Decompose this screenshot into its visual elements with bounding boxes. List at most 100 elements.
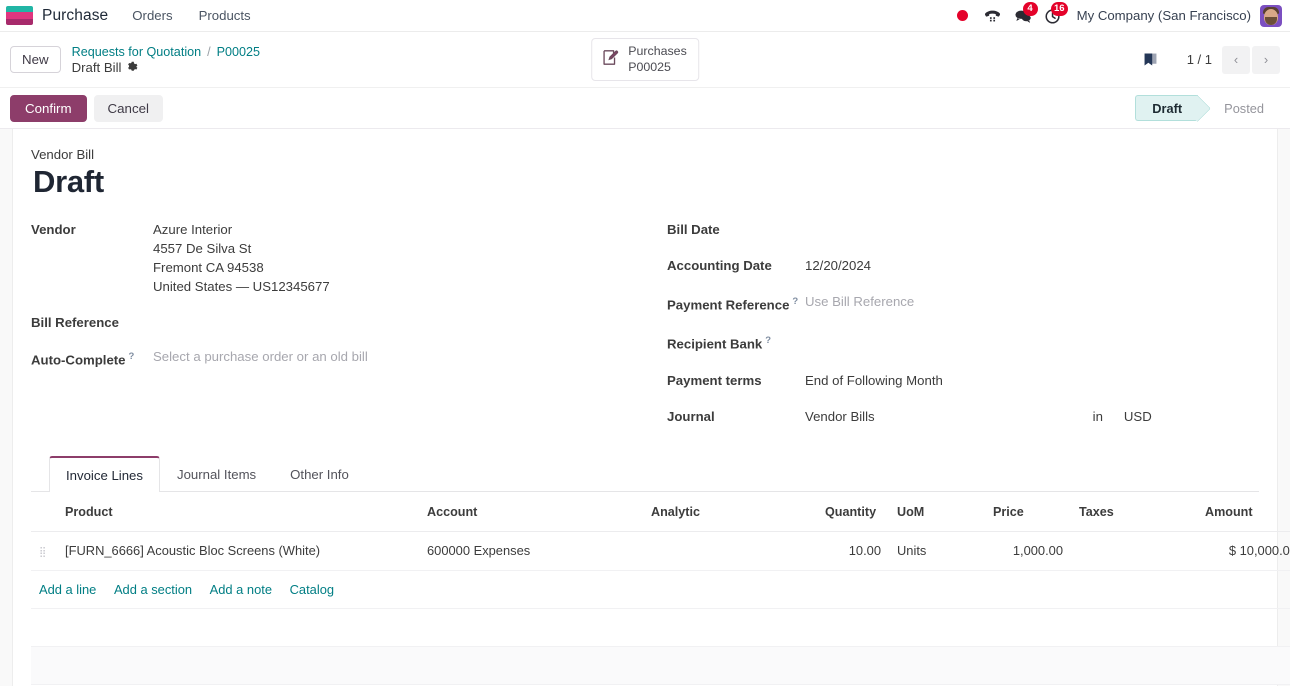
field-journal-label: Journal (667, 408, 715, 424)
pager-group: 1 / 1 ‹ › (1137, 45, 1280, 74)
cell-taxes[interactable] (1071, 531, 1197, 571)
field-vendor: Vendor Azure Interior 4557 De Silva St F… (31, 220, 667, 296)
activities-clock-icon[interactable]: 16 (1038, 1, 1068, 31)
field-recipient-bank-label: Recipient Bank? (667, 335, 772, 352)
breadcrumb-current-link[interactable]: P00025 (217, 45, 260, 59)
company-switcher[interactable]: My Company (San Francisco) (1077, 8, 1251, 23)
pager-next-button[interactable]: › (1252, 45, 1280, 74)
field-payment-terms: Payment terms End of Following Month (667, 371, 1259, 390)
field-currency-value[interactable]: USD (1124, 409, 1152, 424)
messages-icon[interactable]: 4 (1008, 1, 1038, 31)
ribbon-label: Purchases (628, 44, 687, 58)
field-bill-date: Bill Date (667, 220, 1259, 239)
column-header-product[interactable]: Product (57, 491, 419, 532)
navbar-right-group: 4 16 My Company (San Francisco) (948, 1, 1282, 31)
pager-previous-button[interactable]: ‹ (1222, 45, 1250, 74)
form-columns: Vendor Azure Interior 4557 De Silva St F… (31, 220, 1259, 443)
field-accounting-date-value[interactable]: 12/20/2024 (805, 256, 871, 275)
table-header-row: Product Account Analytic Quantity UoM Pr… (31, 491, 1290, 532)
cell-product[interactable]: [FURN_6666] Acoustic Bloc Screens (White… (57, 531, 419, 571)
bookmark-icon[interactable] (1137, 46, 1165, 74)
column-header-uom[interactable]: UoM (889, 491, 985, 532)
new-button[interactable]: New (10, 45, 61, 74)
column-header-taxes[interactable]: Taxes (1071, 491, 1197, 532)
tab-other-info[interactable]: Other Info (273, 456, 366, 492)
add-a-note-button[interactable]: Add a note (210, 582, 272, 597)
vendor-street: 4557 De Silva St (153, 241, 252, 256)
field-payment-reference-input[interactable]: Use Bill Reference (805, 292, 914, 311)
status-bar: Confirm Cancel Draft Posted (0, 88, 1290, 129)
cell-account[interactable]: 600000 Expenses (419, 531, 643, 571)
field-bill-reference: Bill Reference (31, 313, 667, 332)
catalog-button[interactable]: Catalog (290, 582, 334, 597)
record-sheet: Vendor Bill Draft Vendor Azure Interior … (12, 129, 1290, 686)
avatar[interactable] (1260, 4, 1282, 27)
field-vendor-label: Vendor (31, 222, 76, 237)
breadcrumb-parent-link[interactable]: Requests for Quotation (72, 45, 202, 59)
invoice-lines-body: ⣿ [FURN_6666] Acoustic Bloc Screens (Whi… (31, 531, 1290, 685)
breadcrumb: Requests for Quotation / P00025 Draft Bi… (72, 45, 260, 75)
column-header-account[interactable]: Account (419, 491, 643, 532)
table-empty-row (31, 608, 1290, 647)
app-name[interactable]: Purchase (42, 7, 108, 25)
top-navbar: Purchase Orders Products 4 16 My Company… (0, 0, 1290, 32)
nav-menu-orders[interactable]: Orders (130, 4, 174, 27)
column-header-quantity[interactable]: Quantity (817, 491, 889, 532)
dialpad-phone-icon[interactable] (978, 1, 1008, 31)
gear-icon[interactable] (126, 61, 138, 73)
field-accounting-date: Accounting Date 12/20/2024 (667, 256, 1259, 275)
cell-analytic[interactable] (643, 531, 817, 571)
pager-count: 1 / 1 (1186, 52, 1212, 67)
activities-badge: 16 (1051, 1, 1068, 16)
row-drag-handle[interactable]: ⣿ (31, 531, 57, 571)
cell-amount: $ 10,000.00 (1197, 531, 1290, 571)
field-payment-terms-value[interactable]: End of Following Month (805, 371, 943, 390)
field-bill-date-label: Bill Date (667, 222, 720, 237)
document-type-label: Vendor Bill (31, 147, 95, 162)
status-stages: Draft Posted (1135, 95, 1280, 121)
recording-indicator-icon[interactable] (948, 1, 978, 31)
column-header-price[interactable]: Price (985, 491, 1071, 532)
field-journal: Journal Vendor Bills in USD (667, 407, 1259, 426)
app-logo-icon[interactable] (6, 6, 33, 25)
form-column-right: Bill Date Accounting Date 12/20/2024 Pay… (667, 220, 1259, 443)
field-recipient-bank: Recipient Bank? (667, 331, 1259, 353)
field-auto-complete: Auto-Complete? Select a purchase order o… (31, 347, 667, 369)
help-tooltip-icon[interactable]: ? (129, 351, 135, 362)
table-actions-row: Add a line Add a section Add a note Cata… (31, 570, 1290, 609)
confirm-button[interactable]: Confirm (10, 94, 87, 122)
field-payment-reference-label: Payment Reference? (667, 296, 799, 313)
invoice-lines-table: Product Account Analytic Quantity UoM Pr… (31, 491, 1290, 685)
nav-menu-products[interactable]: Products (197, 4, 253, 27)
column-header-analytic[interactable]: Analytic (643, 491, 817, 532)
ribbon-value: P00025 (628, 59, 671, 74)
cell-price[interactable]: 1,000.00 (985, 531, 1071, 571)
status-stage-draft[interactable]: Draft (1135, 95, 1199, 121)
field-auto-complete-input[interactable]: Select a purchase order or an old bill (153, 347, 368, 366)
field-payment-terms-label: Payment terms (667, 372, 762, 388)
messages-badge: 4 (1022, 1, 1038, 16)
help-tooltip-icon[interactable]: ? (792, 296, 798, 307)
control-panel: New Requests for Quotation / P00025 Draf… (0, 32, 1290, 88)
field-accounting-date-label: Accounting Date (667, 258, 772, 273)
field-vendor-value[interactable]: Azure Interior (153, 220, 330, 239)
field-payment-reference: Payment Reference? Use Bill Reference (667, 292, 1259, 314)
vendor-country: United States — US12345677 (153, 279, 330, 294)
cell-uom[interactable]: Units (889, 531, 985, 571)
breadcrumb-separator: / (207, 44, 211, 59)
journal-currency-preposition: in (1092, 408, 1103, 424)
field-journal-value[interactable]: Vendor Bills (805, 407, 875, 426)
field-auto-complete-label: Auto-Complete? (31, 351, 135, 368)
cell-quantity[interactable]: 10.00 (817, 531, 889, 571)
column-header-amount[interactable]: Amount (1197, 491, 1290, 532)
tab-journal-items[interactable]: Journal Items (160, 456, 273, 492)
sheet-container: Vendor Bill Draft Vendor Azure Interior … (0, 129, 1290, 686)
add-a-line-button[interactable]: Add a line (39, 582, 96, 597)
table-row[interactable]: ⣿ [FURN_6666] Acoustic Bloc Screens (Whi… (31, 531, 1290, 571)
tab-invoice-lines[interactable]: Invoice Lines (49, 455, 160, 492)
help-tooltip-icon[interactable]: ? (765, 335, 771, 346)
breadcrumb-subtitle: Draft Bill (71, 59, 122, 75)
related-purchases-button[interactable]: Purchases P00025 (591, 38, 699, 81)
add-a-section-button[interactable]: Add a section (114, 582, 192, 597)
cancel-button[interactable]: Cancel (93, 94, 163, 122)
